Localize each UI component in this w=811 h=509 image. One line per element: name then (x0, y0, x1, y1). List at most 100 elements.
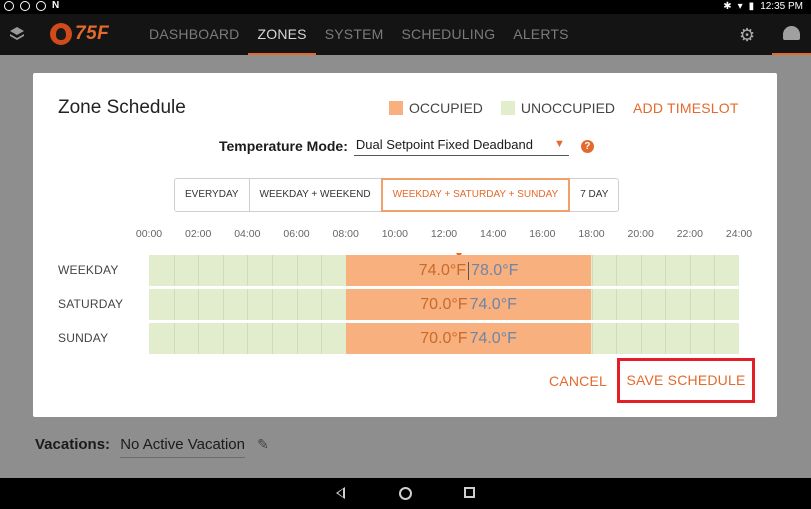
vacations-value[interactable]: No Active Vacation (120, 436, 245, 458)
hour-gridline (222, 289, 224, 320)
hour-label: 04:00 (234, 228, 261, 240)
hour-gridline (271, 289, 273, 320)
logo: 75F (50, 23, 109, 45)
occupied-timeslot[interactable]: 70.0°F 74.0°F (345, 323, 592, 354)
sync-icon (36, 1, 46, 11)
temperature-mode-value: Dual Setpoint Fixed Deadband (355, 137, 533, 152)
tab-zones[interactable]: ZONES (248, 14, 316, 55)
hour-gridline (616, 255, 618, 286)
gauge-icon (783, 26, 800, 40)
logo-text: 75F (75, 23, 110, 44)
hour-label: 06:00 (283, 228, 310, 240)
hour-gridline (714, 289, 716, 320)
hour-gridline (247, 289, 249, 320)
unoccupied-track[interactable]: 70.0°F 74.0°F (149, 323, 739, 354)
hour-label: 08:00 (332, 228, 359, 240)
hour-gridline (198, 289, 200, 320)
day-label: SUNDAY (58, 331, 109, 345)
clock-icon (20, 1, 30, 11)
hour-gridline (173, 255, 175, 286)
hour-gridline (591, 323, 593, 354)
hour-gridline (296, 289, 298, 320)
legend-occupied: OCCUPIED (409, 100, 483, 116)
hour-gridline (321, 255, 323, 286)
bluetooth-icon: ✱ (723, 1, 732, 12)
hour-gridline (271, 323, 273, 354)
battery-icon: ▮ (748, 1, 755, 12)
hour-gridline (640, 289, 642, 320)
temperature-mode-label: Temperature Mode: (219, 138, 348, 154)
back-icon[interactable] (336, 487, 345, 499)
cancel-button[interactable]: CANCEL (549, 373, 607, 389)
day-label: SATURDAY (58, 297, 124, 311)
hour-gridline (665, 289, 667, 320)
zone-schedule-dialog: Zone Schedule OCCUPIED UNOCCUPIED ADD TI… (33, 73, 777, 417)
tab-alerts[interactable]: ALERTS (504, 14, 577, 55)
legend-unoccupied: UNOCCUPIED (520, 100, 616, 116)
hour-gridline (271, 255, 273, 286)
wifi-icon: ▾ (737, 1, 743, 12)
hour-gridline (591, 255, 593, 286)
heating-setpoint: 74.0°F (418, 261, 467, 279)
tab-system[interactable]: SYSTEM (316, 14, 393, 55)
help-icon[interactable]: ? (580, 139, 594, 153)
hour-gridline (296, 323, 298, 354)
schedule-row-sunday: SUNDAY 70.0°F 74.0°F (33, 323, 777, 354)
heating-setpoint: 70.0°F (420, 295, 468, 313)
hour-label: 22:00 (676, 228, 703, 240)
clock-time: 12:35 PM (760, 1, 803, 12)
chevron-down-icon: ▼ (553, 138, 565, 150)
recents-icon[interactable] (464, 487, 475, 498)
hour-gridline (689, 323, 691, 354)
unoccupied-track[interactable]: 74.0°F 78.0°F (149, 255, 739, 286)
hour-label: 16:00 (529, 228, 556, 240)
hour-label: 00:00 (135, 228, 163, 240)
hour-gridline (247, 323, 249, 354)
cooling-setpoint: 74.0°F (469, 295, 517, 313)
schedule-type-selector: EVERYDAY WEEKDAY + WEEKEND WEEKDAY + SATUR… (174, 178, 620, 212)
schedule-type-weekday-saturday-sunday[interactable]: WEEKDAY + SATURDAY + SUNDAY (380, 178, 571, 212)
hour-label: 24:00 (725, 228, 753, 240)
tab-dashboard[interactable]: DASHBOARD (140, 14, 248, 55)
hour-gridline (714, 323, 716, 354)
home-icon[interactable] (399, 487, 412, 500)
schedule-row-saturday: SATURDAY 70.0°F 74.0°F (33, 289, 777, 323)
cooling-setpoint: 74.0°F (469, 329, 517, 347)
tab-scheduling[interactable]: SCHEDULING (392, 14, 504, 55)
schedule-type-7-day[interactable]: 7 DAY (569, 178, 620, 212)
pencil-icon[interactable]: ✎ (257, 436, 269, 452)
gauge-tab[interactable] (772, 14, 811, 55)
add-timeslot-button[interactable]: ADD TIMESLOT (633, 100, 739, 116)
hour-label: 20:00 (627, 228, 654, 240)
hour-label: 02:00 (185, 228, 212, 240)
schedule-type-everyday[interactable]: EVERYDAY (174, 178, 250, 212)
day-label: WEEKDAY (58, 263, 119, 277)
unoccupied-track[interactable]: 70.0°F 74.0°F (149, 289, 739, 320)
hour-gridline (665, 255, 667, 286)
hour-gridline (640, 323, 642, 354)
hour-gridline (247, 255, 249, 286)
android-nav-bar (0, 478, 811, 509)
occupied-timeslot[interactable]: 70.0°F 74.0°F (345, 289, 592, 320)
hour-gridline (222, 255, 224, 286)
hour-gridline (222, 323, 224, 354)
schedule-type-weekday-weekend[interactable]: WEEKDAY + WEEKEND (248, 178, 382, 212)
hour-gridline (640, 255, 642, 286)
gear-icon[interactable]: ⚙ (739, 26, 757, 44)
temperature-mode-select[interactable]: Dual Setpoint Fixed Deadband ▼ (353, 136, 569, 156)
temperature-mode-row: Temperature Mode: Dual Setpoint Fixed De… (219, 136, 594, 156)
hour-label: 10:00 (381, 228, 408, 240)
heating-setpoint: 70.0°F (420, 329, 468, 347)
save-schedule-button[interactable]: SAVE SCHEDULE (617, 358, 755, 403)
hour-label: 18:00 (578, 228, 605, 240)
hour-gridline (689, 289, 691, 320)
unoccupied-swatch (500, 101, 515, 115)
layers-icon[interactable] (9, 26, 25, 42)
legend: OCCUPIED UNOCCUPIED (389, 100, 615, 116)
hour-gridline (321, 289, 323, 320)
vacations-row: Vacations: No Active Vacation ✎ (35, 436, 269, 458)
hour-gridline (714, 255, 716, 286)
n-icon: N (52, 0, 60, 11)
occupied-timeslot[interactable]: 74.0°F 78.0°F (345, 255, 592, 286)
hour-gridline (689, 255, 691, 286)
